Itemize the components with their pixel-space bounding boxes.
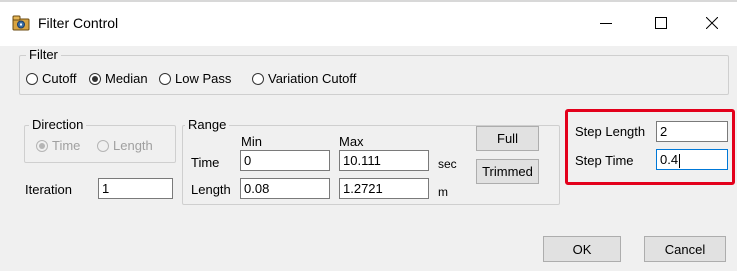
radio-label: Time [52, 138, 81, 153]
time-unit: sec [438, 157, 457, 171]
minimize-button[interactable] [583, 0, 629, 46]
title-bar: Filter Control [0, 0, 737, 46]
max-header: Max [339, 134, 364, 149]
length-unit: m [438, 185, 448, 199]
maximize-button[interactable] [638, 0, 684, 46]
filter-option-low-pass[interactable]: Low Pass [159, 71, 231, 86]
radio-circle [97, 139, 109, 152]
radio-circle [252, 72, 264, 85]
dialog-body: Filter Cutoff Median Low Pass Variation … [0, 46, 737, 271]
range-group: Range Min Max Time 0 10.111 sec Length 0… [182, 117, 560, 205]
direction-legend: Direction [29, 117, 87, 132]
time-max-input[interactable]: 10.111 [339, 150, 429, 171]
step-time-value: 0.4 [660, 152, 679, 167]
direction-option-length: Length [97, 138, 153, 153]
radio-label: Median [105, 71, 148, 86]
iteration-label: Iteration [25, 182, 72, 197]
filter-legend: Filter [26, 47, 61, 62]
step-time-input[interactable]: 0.4 [656, 149, 728, 170]
minimize-icon [600, 23, 612, 24]
radio-label: Low Pass [175, 71, 232, 86]
radio-circle [159, 72, 171, 85]
min-header: Min [241, 134, 262, 149]
radio-label: Cutoff [42, 71, 77, 86]
text-caret [679, 153, 681, 168]
filter-app-icon [12, 15, 30, 31]
radio-circle [36, 139, 48, 152]
window-title: Filter Control [38, 15, 119, 31]
filter-group: Filter Cutoff Median Low Pass Variation … [19, 47, 729, 95]
radio-circle [26, 72, 38, 85]
radio-label: Length [113, 138, 153, 153]
filter-option-cutoff[interactable]: Cutoff [26, 71, 76, 86]
step-length-label: Step Length [575, 124, 646, 139]
close-icon [706, 17, 718, 29]
radio-circle [89, 72, 101, 85]
time-label: Time [191, 155, 220, 170]
direction-group: Direction Time Length [24, 117, 176, 163]
cancel-button[interactable]: Cancel [644, 236, 726, 262]
step-time-label: Step Time [575, 153, 634, 168]
direction-option-time: Time [36, 138, 80, 153]
step-length-input[interactable]: 2 [656, 121, 728, 142]
iteration-input[interactable]: 1 [98, 178, 173, 199]
length-min-input[interactable]: 0.08 [240, 178, 330, 199]
range-legend: Range [185, 117, 230, 132]
close-button[interactable] [689, 0, 735, 46]
length-label: Length [191, 182, 231, 197]
trimmed-button[interactable]: Trimmed [476, 159, 539, 184]
length-max-input[interactable]: 1.2721 [339, 178, 429, 199]
filter-option-median[interactable]: Median [89, 71, 148, 86]
filter-option-variation-cutoff[interactable]: Variation Cutoff [252, 71, 356, 86]
maximize-icon [655, 17, 667, 29]
time-min-input[interactable]: 0 [240, 150, 330, 171]
ok-button[interactable]: OK [543, 236, 621, 262]
full-button[interactable]: Full [476, 126, 539, 151]
radio-label: Variation Cutoff [268, 71, 357, 86]
